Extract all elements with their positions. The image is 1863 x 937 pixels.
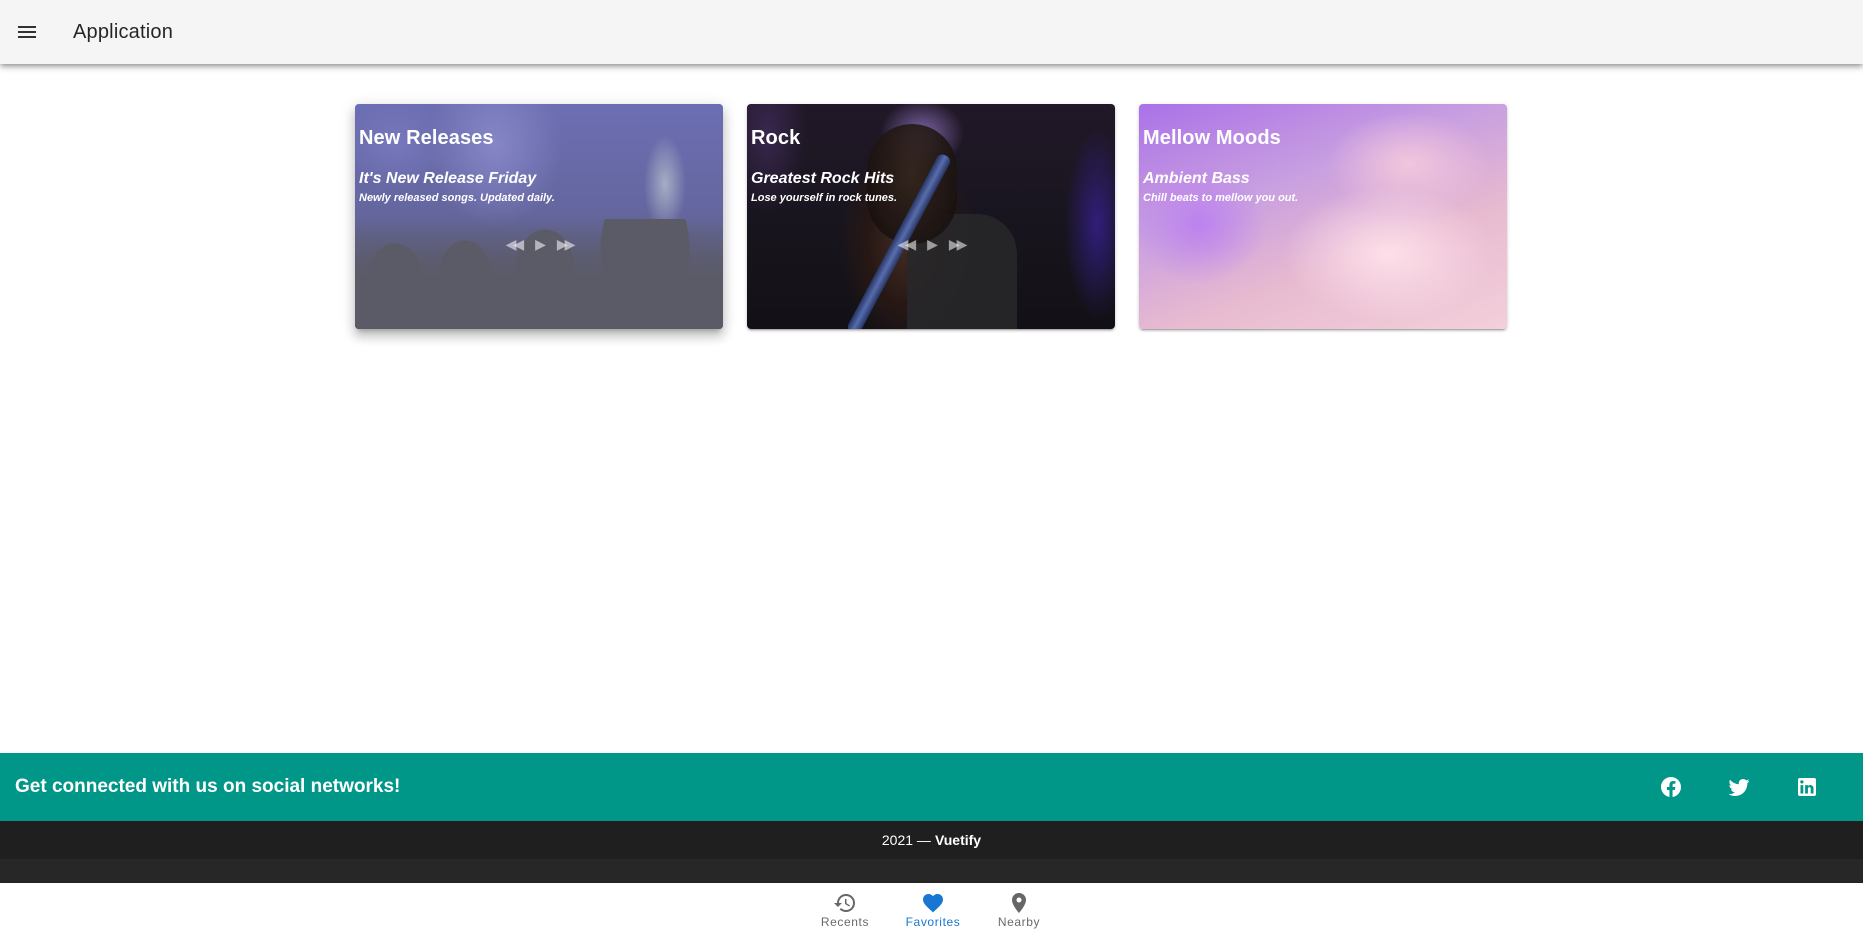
app-bar: Application xyxy=(0,0,1863,64)
history-icon xyxy=(834,894,855,912)
play-icon[interactable]: ▶ xyxy=(535,236,546,253)
nav-nearby[interactable]: Nearby xyxy=(977,883,1061,937)
map-marker-icon xyxy=(1012,893,1026,913)
card-subtitle: Greatest Rock Hits xyxy=(751,170,895,187)
card-description: Newly released songs. Updated daily. xyxy=(359,192,555,204)
twitter-button[interactable] xyxy=(1715,763,1763,811)
footer-social-bar: Get connected with us on social networks… xyxy=(0,753,1863,821)
menu-button[interactable] xyxy=(3,8,51,56)
bottom-navigation: Recents Favorites Nearby xyxy=(0,883,1863,937)
card-description: Lose yourself in rock tunes. xyxy=(751,192,898,204)
nav-label: Favorites xyxy=(905,915,961,929)
facebook-button[interactable] xyxy=(1647,763,1695,811)
card-new-releases[interactable]: ◀◀ ▶ ▶▶ New Releases It's New Release Fr… xyxy=(355,104,723,329)
app-title: Application xyxy=(73,20,174,43)
instagram-button[interactable] xyxy=(1851,763,1863,811)
playback-controls: ◀◀ ▶ ▶▶ xyxy=(747,236,1115,253)
footer-heading: Get connected with us on social networks… xyxy=(15,776,401,797)
fast-forward-icon[interactable]: ▶▶ xyxy=(949,236,967,253)
nav-label: Nearby xyxy=(997,915,1041,929)
card-mellow-moods[interactable]: Mellow Moods Ambient Bass Chill beats to… xyxy=(1139,104,1507,329)
linkedin-icon xyxy=(1798,778,1816,796)
menu-icon xyxy=(18,26,36,38)
play-icon[interactable]: ▶ xyxy=(927,236,938,253)
rewind-icon[interactable]: ◀◀ xyxy=(506,236,524,253)
copyright-brand: Vuetify xyxy=(934,832,982,848)
linkedin-button[interactable] xyxy=(1783,763,1831,811)
card-title: Rock xyxy=(751,127,801,149)
playback-controls: ◀◀ ▶ ▶▶ xyxy=(355,236,723,253)
nav-favorites[interactable]: Favorites xyxy=(891,883,975,937)
card-title: Mellow Moods xyxy=(1143,127,1281,149)
fast-forward-icon[interactable]: ▶▶ xyxy=(557,236,575,253)
nav-label: Recents xyxy=(820,915,870,929)
twitter-icon xyxy=(1728,779,1750,796)
nav-recents[interactable]: Recents xyxy=(803,883,887,937)
card-description: Chill beats to mellow you out. xyxy=(1143,192,1299,204)
copyright-year: 2021 — xyxy=(881,832,931,848)
card-subtitle: Ambient Bass xyxy=(1143,170,1250,187)
copyright-bar: 2021 — Vuetify xyxy=(0,821,1863,859)
card-rock[interactable]: ◀◀ ▶ ▶▶ Rock Greatest Rock Hits Lose you… xyxy=(747,104,1115,329)
rewind-icon[interactable]: ◀◀ xyxy=(898,236,916,253)
footer-spacer xyxy=(0,859,1863,883)
heart-icon xyxy=(923,894,943,913)
card-title: New Releases xyxy=(359,127,494,149)
facebook-icon xyxy=(1661,777,1681,797)
card-subtitle: It's New Release Friday xyxy=(359,170,537,187)
